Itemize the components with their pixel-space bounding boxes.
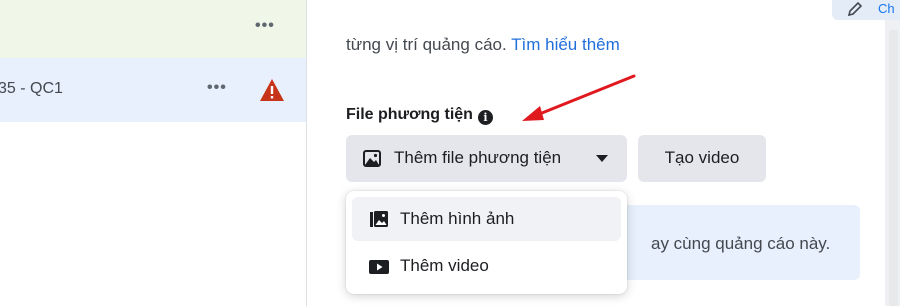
notice-text: ay cùng quảng cáo này. bbox=[651, 234, 831, 253]
add-media-label: Thêm file phương tiện bbox=[394, 148, 562, 167]
add-media-dropdown-menu: Thêm hình ảnh Thêm video bbox=[346, 191, 627, 294]
create-video-button[interactable]: Tạo video bbox=[638, 135, 766, 182]
media-section-title: File phương tiện i bbox=[346, 106, 493, 125]
edit-button[interactable]: Ch bbox=[832, 0, 900, 20]
menu-item-add-video[interactable]: Thêm video bbox=[352, 244, 621, 288]
add-media-button[interactable]: Thêm file phương tiện bbox=[346, 135, 627, 182]
placement-description-text: từng vị trí quảng cáo. bbox=[346, 35, 507, 54]
scrollbar-thumb[interactable] bbox=[889, 30, 898, 306]
image-icon bbox=[363, 150, 381, 167]
ad-list-row[interactable]: ••• bbox=[0, 0, 306, 58]
video-icon bbox=[369, 260, 389, 274]
menu-item-label: Thêm video bbox=[400, 256, 489, 275]
notice-box: ay cùng quảng cáo này. bbox=[600, 205, 860, 280]
warning-icon[interactable] bbox=[259, 78, 285, 102]
more-options-icon[interactable]: ••• bbox=[255, 17, 275, 35]
ad-list-panel: ••• 35 - QC1 ••• bbox=[0, 0, 307, 306]
ad-list-row-selected[interactable]: 35 - QC1 ••• bbox=[0, 58, 306, 122]
info-icon[interactable]: i bbox=[477, 110, 493, 125]
image-icon bbox=[370, 211, 388, 227]
create-video-label: Tạo video bbox=[664, 148, 740, 167]
chevron-down-icon bbox=[596, 155, 608, 162]
learn-more-link[interactable]: Tìm hiểu thêm bbox=[511, 35, 620, 54]
more-options-icon[interactable]: ••• bbox=[207, 79, 227, 97]
annotation-arrow-icon bbox=[522, 74, 636, 121]
placement-description: từng vị trí quảng cáo. Tìm hiểu thêm bbox=[346, 35, 620, 55]
edit-button-label: Ch bbox=[878, 1, 895, 16]
pencil-icon bbox=[847, 1, 863, 17]
menu-item-add-image[interactable]: Thêm hình ảnh bbox=[352, 197, 621, 241]
media-title-text: File phương tiện bbox=[346, 106, 473, 123]
ad-name-label: 35 - QC1 bbox=[0, 80, 63, 97]
menu-item-label: Thêm hình ảnh bbox=[400, 209, 515, 228]
scrollbar-track[interactable] bbox=[885, 0, 900, 306]
